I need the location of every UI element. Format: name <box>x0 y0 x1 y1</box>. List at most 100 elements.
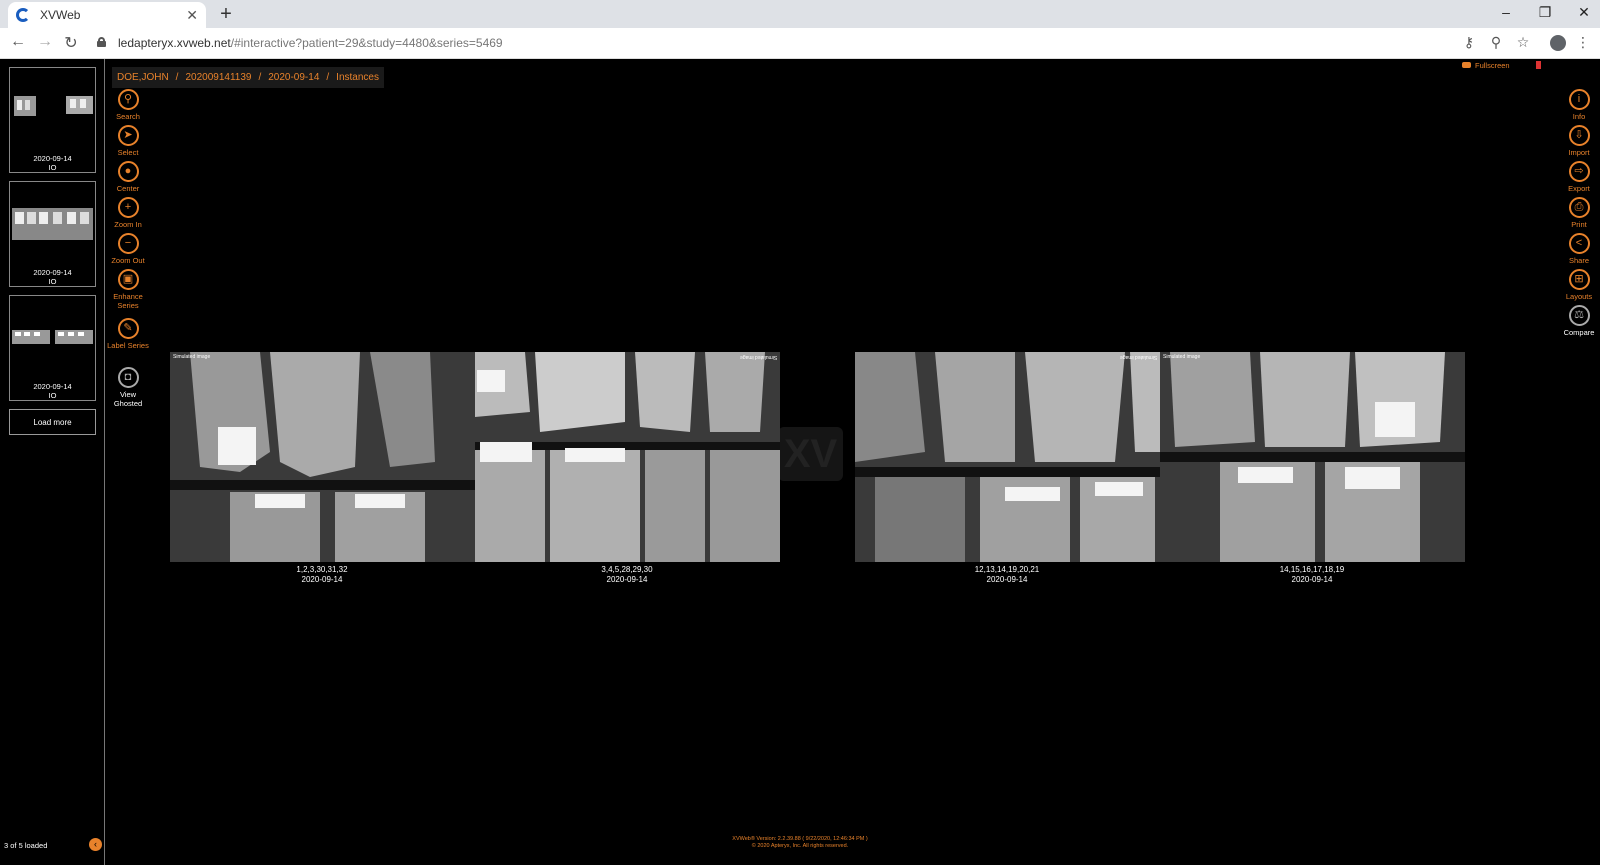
series-thumbnail-2[interactable]: 2020-09-14 IO <box>9 181 96 287</box>
layouts-tool-label: Layouts <box>1565 292 1593 301</box>
address-bar[interactable]: ledapteryx.xvweb.net/#interactive?patien… <box>118 36 503 50</box>
image-teeth: 14,15,16,17,18,19 <box>1279 565 1345 574</box>
zoom-icon[interactable]: ⚲ <box>1487 34 1505 51</box>
thumbnail-modality: IO <box>48 277 57 286</box>
thumbnail-modality: IO <box>48 391 57 400</box>
window-close-icon[interactable]: ✕ <box>1574 4 1594 21</box>
version-footer: XVWeb® Version: 2.2.39.88 ( 9/22/2020, 1… <box>690 836 910 850</box>
search-tool-label: Search <box>116 112 140 121</box>
print-tool[interactable]: ⎙ Print <box>1558 197 1600 229</box>
view-ghosted-tool[interactable]: ◘ View Ghosted <box>106 367 150 408</box>
key-icon[interactable]: ⚷ <box>1460 34 1478 51</box>
image-teeth: 3,4,5,28,29,30 <box>601 565 653 574</box>
share-tool-label: Share <box>1568 256 1589 265</box>
label-series-tool-label: Label Series <box>107 341 149 350</box>
reload-icon[interactable]: ↻ <box>61 33 81 53</box>
share-icon: < <box>1568 233 1590 254</box>
xray-bitewing-image <box>475 352 780 562</box>
search-tool[interactable]: ⚲ Search <box>106 89 150 121</box>
thumbnail-image <box>12 330 93 344</box>
zoom-in-tool[interactable]: + Zoom In <box>106 197 150 229</box>
minus-icon: − <box>117 233 139 254</box>
browser-tab[interactable]: XVWeb ✕ <box>8 2 206 28</box>
enhance-series-tool-label: Enhance Series <box>113 292 143 310</box>
breadcrumb-patient[interactable]: DOE,JOHN <box>117 72 169 83</box>
url-path: /#interactive?patient=29&study=4480&seri… <box>230 36 503 50</box>
browser-menu-icon[interactable]: ⋮ <box>1574 34 1592 51</box>
breadcrumb-date[interactable]: 2020-09-14 <box>268 72 319 83</box>
thumbnail-date: 2020-09-14 <box>33 382 72 391</box>
compare-tool[interactable]: ⚖ Compare <box>1558 305 1600 337</box>
profile-avatar-icon[interactable] <box>1550 35 1566 51</box>
share-tool[interactable]: < Share <box>1558 233 1600 265</box>
printer-icon: ⎙ <box>1568 197 1590 218</box>
zoom-out-tool-label: Zoom Out <box>111 256 145 265</box>
layout-grid-icon: ⊞ <box>1568 269 1590 290</box>
minimize-icon[interactable]: – <box>1496 4 1516 20</box>
xray-bitewing-image <box>1160 352 1465 562</box>
label-series-tool[interactable]: ✎ Label Series <box>106 318 150 350</box>
breadcrumb-study[interactable]: 202009141139 <box>185 72 251 83</box>
info-tool[interactable]: i Info <box>1558 89 1600 121</box>
series-thumbnail-panel: 2020-09-14 IO 2020-09-14 IO 2020-09-14 I… <box>0 59 105 865</box>
enhance-series-tool[interactable]: ▣ Enhance Series <box>106 269 150 310</box>
xvweb-favicon-icon <box>16 8 30 22</box>
search-icon: ⚲ <box>117 89 139 110</box>
series-thumbnail-1[interactable]: 2020-09-14 IO <box>9 67 96 173</box>
image-date: 2020-09-14 <box>606 575 648 584</box>
copyright-text: © 2020 Apteryx, Inc. All rights reserved… <box>751 843 849 849</box>
thumbnail-date: 2020-09-14 <box>33 268 72 277</box>
fullscreen-button[interactable]: Fullscreen <box>1475 61 1510 70</box>
center-tool[interactable]: ● Center <box>106 161 150 193</box>
label-pencil-icon: ✎ <box>117 318 139 339</box>
image-teeth: 12,13,14,19,20,21 <box>974 565 1040 574</box>
lock-icon[interactable] <box>97 37 106 47</box>
compare-tool-label: Compare <box>1563 328 1595 337</box>
xray-image-2[interactable]: Simulated image <box>475 352 780 562</box>
zoom-in-tool-label: Zoom In <box>114 220 142 229</box>
image-teeth: 1,2,3,30,31,32 <box>296 565 348 574</box>
scale-balance-icon: ⚖ <box>1568 305 1590 326</box>
view-ghosted-tool-label: View Ghosted <box>113 390 143 408</box>
browser-tabstrip: XVWeb ✕ + – ❐ ✕ <box>0 0 1600 28</box>
cursor-icon: ➤ <box>117 125 139 146</box>
image-caption-3: 12,13,14,19,20,21 2020-09-14 <box>857 565 1157 585</box>
image-caption-2: 3,4,5,28,29,30 2020-09-14 <box>477 565 777 585</box>
xray-image-3[interactable]: Simulated image <box>855 352 1160 562</box>
version-text: XVWeb® Version: 2.2.39.88 ( 9/22/2020, 1… <box>732 836 868 842</box>
series-thumbnail-3[interactable]: 2020-09-14 IO <box>9 295 96 401</box>
collapse-panel-icon[interactable]: ‹ <box>89 838 102 851</box>
zoom-out-tool[interactable]: − Zoom Out <box>106 233 150 265</box>
center-dot-icon: ● <box>117 161 139 182</box>
breadcrumb-instances[interactable]: Instances <box>336 72 379 83</box>
export-icon: ⇨ <box>1568 161 1590 182</box>
loaded-status: 3 of 5 loaded <box>4 841 48 850</box>
back-arrow-icon[interactable]: ← <box>8 33 28 51</box>
image-date: 2020-09-14 <box>986 575 1028 584</box>
export-tool[interactable]: ⇨ Export <box>1558 161 1600 193</box>
restore-icon[interactable]: ❐ <box>1535 4 1555 21</box>
print-tool-label: Print <box>1571 220 1587 229</box>
plus-icon: + <box>117 197 139 218</box>
import-tool[interactable]: ⇩ Import <box>1558 125 1600 157</box>
select-tool[interactable]: ➤ Select <box>106 125 150 157</box>
thumbnail-date: 2020-09-14 <box>33 154 72 163</box>
tab-close-icon[interactable]: ✕ <box>186 7 198 24</box>
center-tool-label: Center <box>116 184 140 193</box>
xray-image-4[interactable]: Simulated image <box>1160 352 1465 562</box>
browser-toolbar: ← → ↻ ledapteryx.xvweb.net/#interactive?… <box>0 28 1600 59</box>
bookmark-star-icon[interactable]: ☆ <box>1514 34 1532 51</box>
xray-image-1[interactable]: Simulated image <box>170 352 475 562</box>
forward-arrow-icon[interactable]: → <box>35 33 55 51</box>
layouts-tool[interactable]: ⊞ Layouts <box>1558 269 1600 301</box>
url-host: ledapteryx.xvweb.net <box>118 36 231 50</box>
simulated-image-tag: Simulated image <box>739 354 777 360</box>
simulated-image-tag: Simulated image <box>173 354 211 360</box>
xray-bitewing-image <box>855 352 1160 562</box>
load-more-button[interactable]: Load more <box>9 409 96 435</box>
new-tab-icon[interactable]: + <box>216 4 236 24</box>
import-icon: ⇩ <box>1568 125 1590 146</box>
image-caption-4: 14,15,16,17,18,19 2020-09-14 <box>1162 565 1462 585</box>
info-icon: i <box>1568 89 1590 110</box>
fullscreen-icon[interactable] <box>1462 62 1471 68</box>
